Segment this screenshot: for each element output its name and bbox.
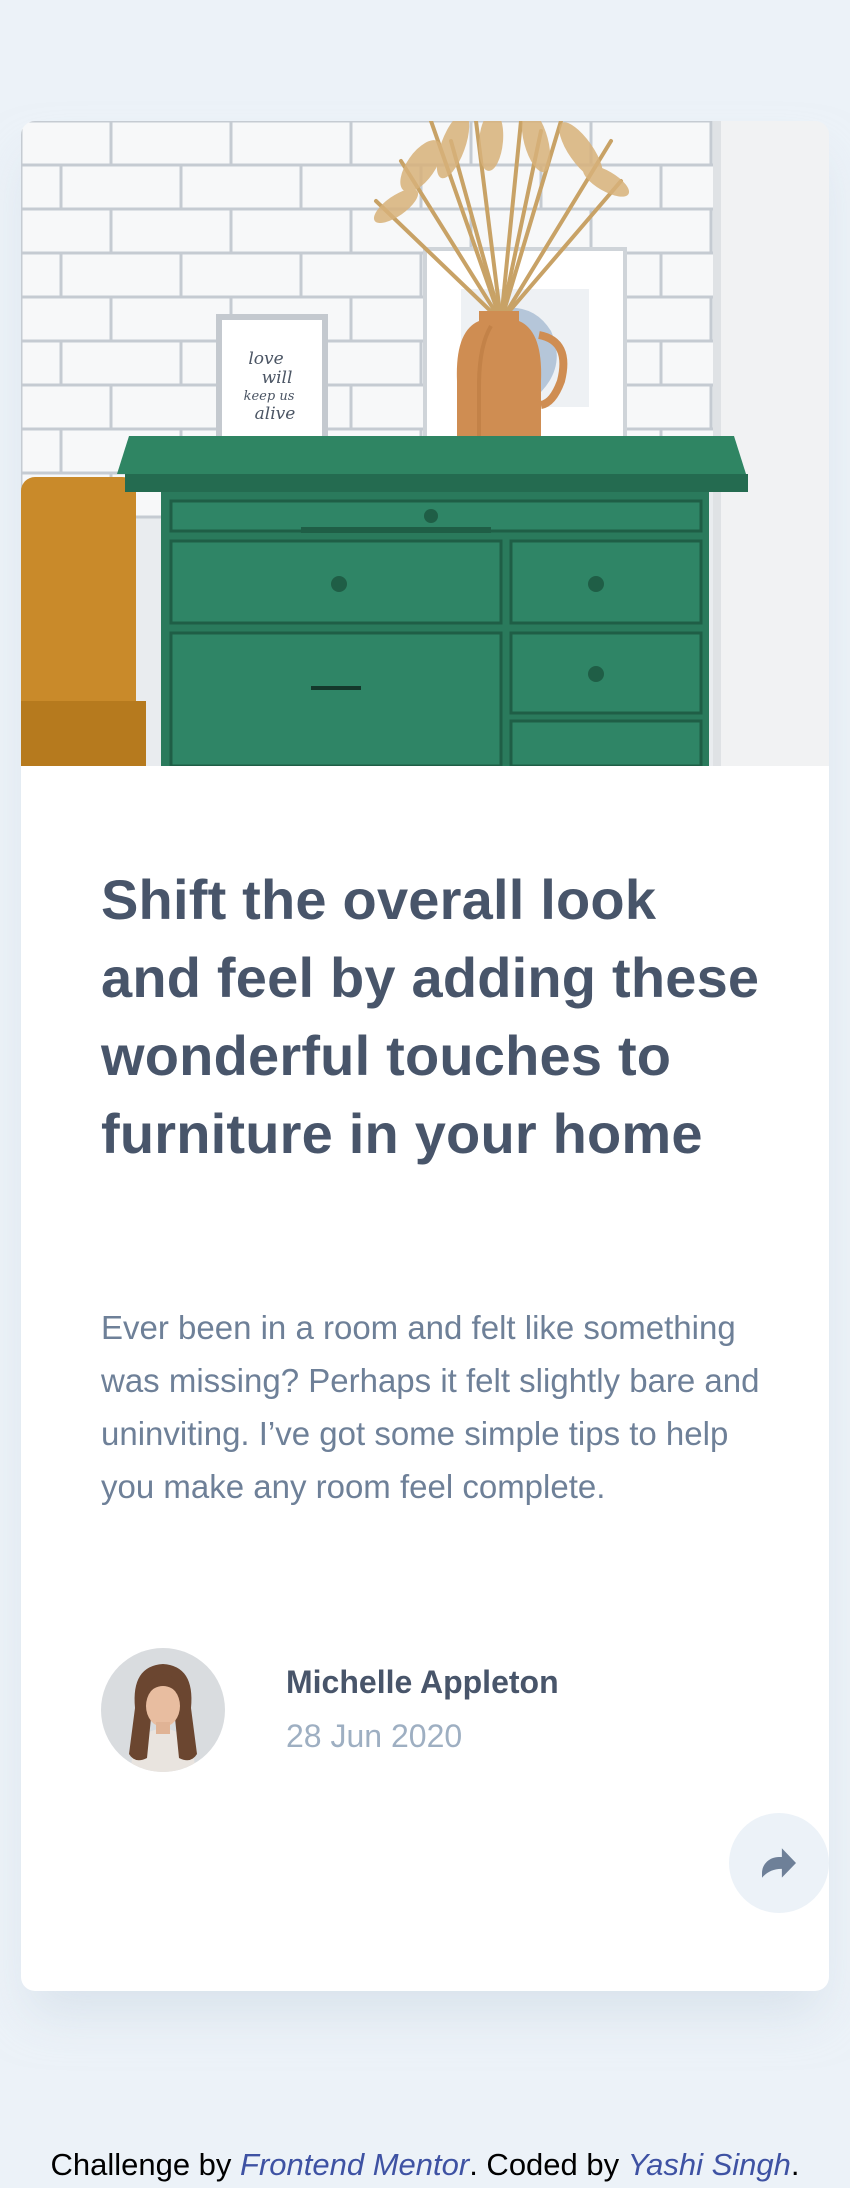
avatar-photo-icon [101,1648,225,1772]
share-icon [762,1848,796,1878]
attribution-footer: Challenge by Frontend Mentor. Coded by Y… [0,2147,850,2183]
svg-text:alive: alive [255,404,296,424]
post-date: 28 Jun 2020 [286,1718,463,1754]
article-title[interactable]: Shift the overall look and feel by addin… [101,861,761,1173]
attribution-middle: . Coded by [469,2147,628,2182]
share-button[interactable] [729,1813,829,1913]
author-name: Michelle Appleton [286,1664,559,1700]
author-link[interactable]: Yashi Singh [628,2147,791,2182]
attribution-prefix: Challenge by [50,2147,241,2182]
article-card: love will keep us alive Shift the overal… [21,121,829,1991]
attribution-suffix: . [790,2147,800,2182]
article-description: Ever been in a room and felt like someth… [101,1309,760,1505]
author-avatar [101,1648,225,1772]
article-hero-image: love will keep us alive [21,121,829,766]
svg-text:love: love [248,349,283,369]
frontend-mentor-link[interactable]: Frontend Mentor [240,2147,469,2182]
author-block: Michelle Appleton 28 Jun 2020 [101,1648,761,1772]
svg-text:will: will [262,368,293,388]
svg-text:keep us: keep us [244,389,295,404]
